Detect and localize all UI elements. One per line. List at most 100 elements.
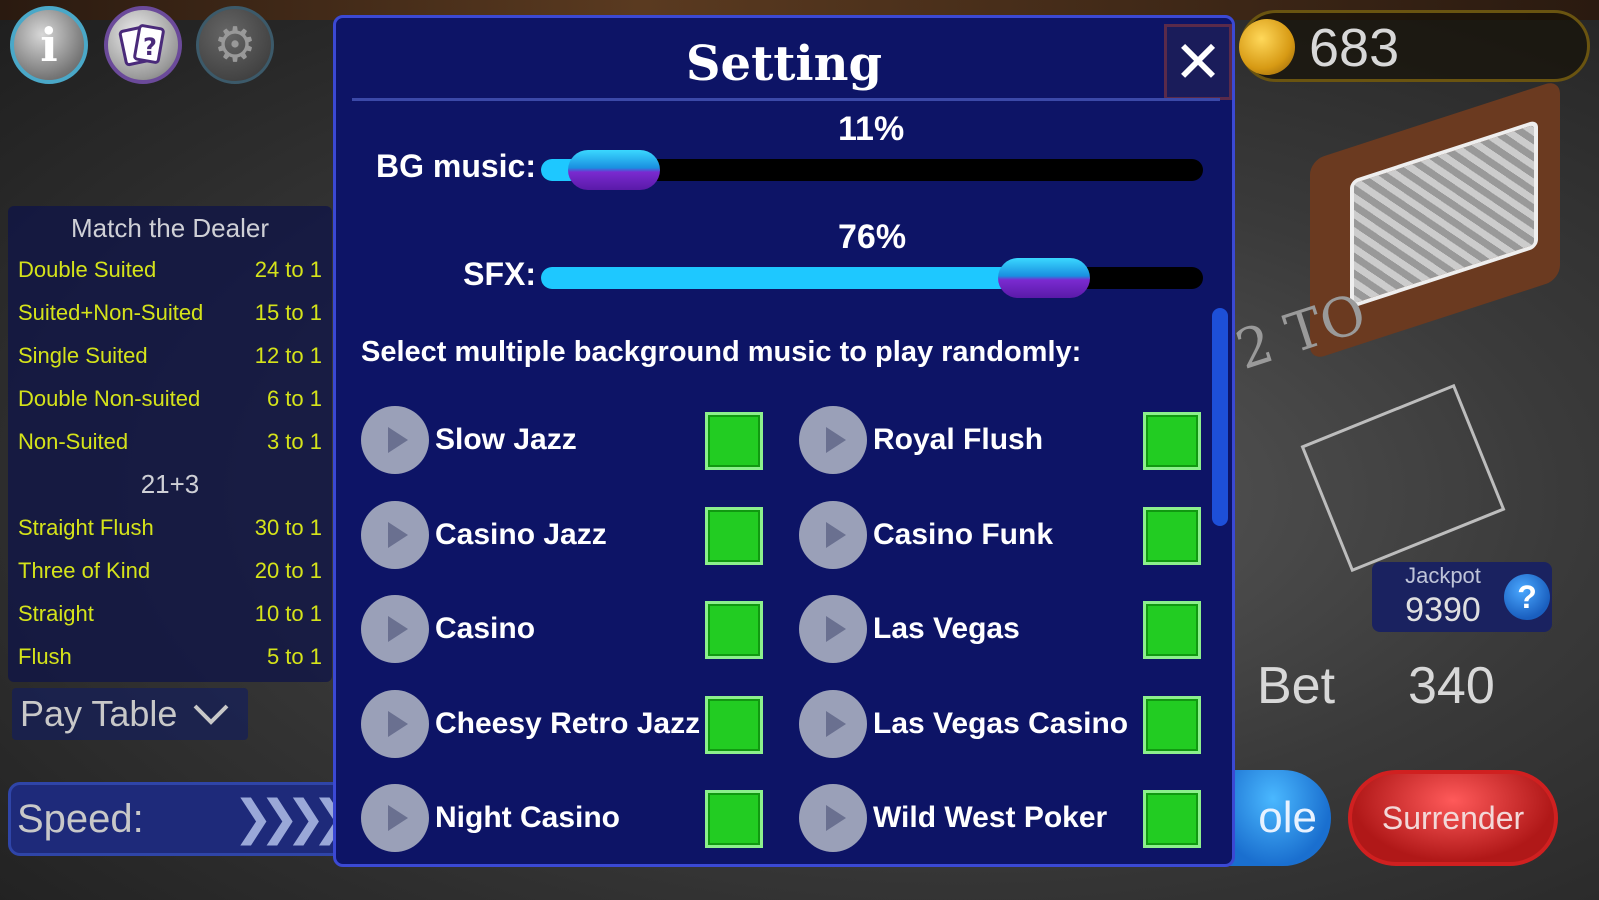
pay-table-hand: Straight Flush (18, 515, 154, 540)
play-button[interactable] (361, 689, 429, 758)
track-name: Slow Jazz (435, 423, 577, 456)
svg-text:?: ? (143, 33, 157, 61)
side-bet-rows: Straight Flush 30 to 1 Three of Kind 20 to … (18, 506, 322, 678)
bg-music-thumb[interactable] (567, 150, 660, 190)
pay-table-payout: 10 to 1 (254, 601, 322, 626)
play-button[interactable] (799, 784, 867, 852)
track-checkbox[interactable] (1143, 601, 1201, 659)
pay-table-payout: 6 to 1 (266, 386, 322, 411)
match-dealer-rows: Double Suited 24 to 1 Suited+Non-Suited 15 … (18, 248, 322, 463)
pay-table-toggle[interactable]: Pay Table (12, 688, 248, 740)
modal-divider (352, 98, 1220, 101)
track-checkbox[interactable] (705, 506, 763, 565)
track-name: Casino Jazz (435, 517, 607, 551)
table-felt-text: 2 TO (1228, 281, 1374, 382)
pay-table-row: Suited+Non-Suited 15 to 1 (18, 291, 322, 334)
play-icon (826, 427, 846, 453)
track-checkbox[interactable] (1143, 412, 1201, 470)
pay-table-row: Three of Kind 20 to 1 (18, 549, 322, 592)
play-button[interactable] (361, 406, 429, 474)
pay-table-payout: 3 to 1 (266, 429, 322, 454)
pay-table-hand: Double Suited (18, 257, 157, 282)
cards-help-button[interactable]: ? (104, 6, 182, 84)
track-name: Wild West Poker (873, 801, 1108, 834)
play-button[interactable] (799, 500, 867, 569)
jackpot-value: 9390 (1405, 591, 1481, 629)
speed-label: Speed: (17, 797, 144, 841)
play-button[interactable] (361, 595, 429, 663)
bg-music-slider[interactable] (541, 150, 1203, 190)
music-track: Casino (361, 595, 765, 665)
music-track: Casino Jazz (361, 500, 765, 571)
track-checkbox[interactable] (705, 601, 763, 659)
pay-table-row: Flush 5 to 1 (18, 635, 322, 678)
play-button[interactable] (361, 500, 429, 569)
chevron-down-icon (191, 688, 231, 740)
card-spot-outline (1300, 383, 1506, 573)
bet-value: 340 (1408, 657, 1495, 715)
track-name: Las Vegas (873, 612, 1020, 645)
music-track: Wild West Poker (799, 784, 1203, 854)
bet-label: Bet (1257, 657, 1336, 715)
sfx-thumb[interactable] (998, 258, 1091, 298)
pay-table-hand: Straight (18, 601, 94, 626)
play-icon (388, 710, 408, 737)
pay-table-payout: 15 to 1 (254, 300, 322, 325)
sfx-fill (541, 267, 1045, 289)
play-icon (826, 521, 846, 548)
music-track: Cheesy Retro Jazz (361, 689, 765, 760)
play-icon (388, 521, 408, 548)
pay-table-hand: Suited+Non-Suited (18, 300, 204, 325)
pay-table-payout: 12 to 1 (254, 343, 322, 368)
pay-table-row: Double Non-suited 6 to 1 (18, 377, 322, 420)
coin-balance: 683 (1239, 10, 1590, 82)
pay-table-payout: 20 to 1 (254, 558, 322, 583)
play-button[interactable] (799, 689, 867, 758)
sfx-slider[interactable] (541, 258, 1203, 298)
settings-button[interactable]: ⚙ (196, 6, 274, 84)
music-select-prompt: Select multiple background music to play… (361, 336, 1082, 368)
play-icon (388, 805, 408, 831)
play-button[interactable] (799, 595, 867, 663)
pay-table-payout: 5 to 1 (266, 644, 322, 669)
close-icon: ✕ (1173, 28, 1223, 96)
sfx-percent: 76% (838, 218, 907, 256)
modal-scrollbar[interactable] (1212, 308, 1228, 526)
pay-table: Match the Dealer Double Suited 24 to 1 Sui… (8, 206, 332, 682)
jackpot-label: Jackpot (1405, 563, 1481, 588)
track-name: Cheesy Retro Jazz (435, 706, 701, 740)
pay-table-row: Non-Suited 3 to 1 (18, 420, 322, 463)
track-name: Las Vegas Casino (873, 706, 1129, 740)
coin-icon (1239, 19, 1295, 75)
pay-table-row: Straight Flush 30 to 1 (18, 506, 322, 549)
sfx-label: SFX: (463, 256, 536, 292)
play-button[interactable] (361, 784, 429, 852)
music-track: Royal Flush (799, 406, 1203, 476)
music-track: Las Vegas Casino (799, 689, 1203, 760)
surrender-button[interactable]: Surrender (1348, 770, 1558, 866)
pay-table-hand: Double Non-suited (18, 386, 201, 411)
jackpot-help-button[interactable]: ? (1504, 574, 1550, 620)
pay-table-toggle-label: Pay Table (20, 693, 178, 734)
music-track: Las Vegas (799, 595, 1203, 665)
coin-amount: 683 (1309, 18, 1400, 78)
play-button[interactable] (799, 406, 867, 474)
track-checkbox[interactable] (705, 412, 763, 470)
gear-icon: ⚙ (213, 17, 257, 73)
track-checkbox[interactable] (1143, 790, 1201, 848)
info-button[interactable]: i (10, 6, 88, 84)
bg-music-percent: 11% (838, 110, 905, 148)
track-checkbox[interactable] (705, 695, 763, 754)
pay-table-payout: 30 to 1 (254, 515, 322, 540)
track-checkbox[interactable] (705, 790, 763, 848)
track-checkbox[interactable] (1143, 506, 1201, 565)
track-name: Casino (435, 612, 536, 645)
info-icon: i (40, 18, 58, 72)
track-checkbox[interactable] (1143, 695, 1201, 754)
speed-control[interactable]: Speed: ❯❯❯❯ (8, 782, 352, 856)
pay-table-hand: Non-Suited (18, 429, 129, 454)
pay-table-row: Single Suited 12 to 1 (18, 334, 322, 377)
close-button[interactable]: ✕ (1164, 24, 1232, 100)
modal-title: Setting (685, 36, 883, 92)
track-name: Night Casino (435, 801, 620, 834)
